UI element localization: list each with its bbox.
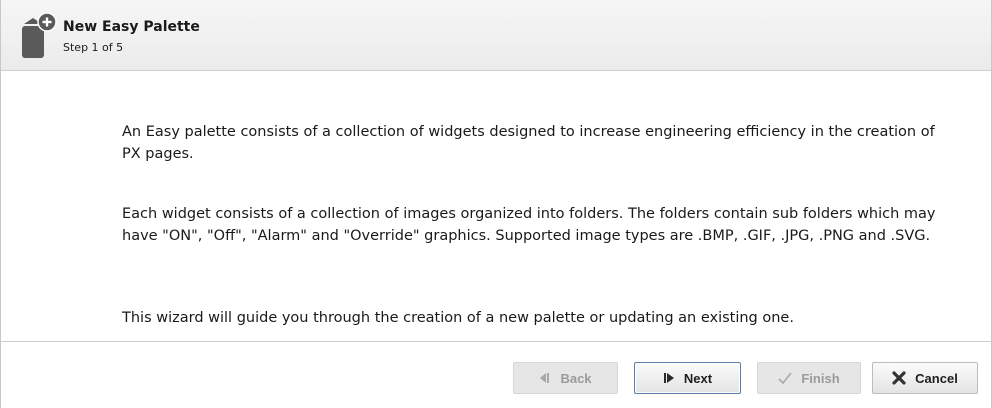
wizard-header: New Easy Palette Step 1 of 5: [1, 0, 991, 71]
details-paragraph: Each widget consists of a collection of …: [122, 206, 936, 244]
wizard-content: An Easy palette consists of a collection…: [1, 71, 991, 341]
wizard-step-indicator: Step 1 of 5: [63, 41, 124, 54]
cancel-label: Cancel: [915, 370, 958, 386]
back-label: Back: [560, 370, 592, 386]
back-arrow-icon: [539, 372, 551, 384]
finish-label: Finish: [801, 370, 840, 386]
checkmark-icon: [778, 372, 792, 384]
cancel-button[interactable]: Cancel: [872, 362, 978, 394]
cancel-x-icon: [892, 371, 906, 385]
wizard-title: New Easy Palette: [63, 19, 200, 35]
intro-paragraph: An Easy palette consists of a collection…: [122, 124, 935, 162]
next-button[interactable]: Next: [634, 362, 741, 394]
wizard-footer: Back Next Finish Cancel: [1, 341, 991, 408]
next-label: Next: [683, 370, 713, 386]
wizard-window: New Easy Palette Step 1 of 5 An Easy pal…: [0, 0, 992, 408]
new-palette-icon: [19, 10, 59, 60]
next-arrow-icon: [663, 372, 675, 384]
guide-paragraph: This wizard will guide you through the c…: [122, 310, 794, 326]
back-button[interactable]: Back: [513, 362, 618, 394]
finish-button[interactable]: Finish: [757, 362, 861, 394]
